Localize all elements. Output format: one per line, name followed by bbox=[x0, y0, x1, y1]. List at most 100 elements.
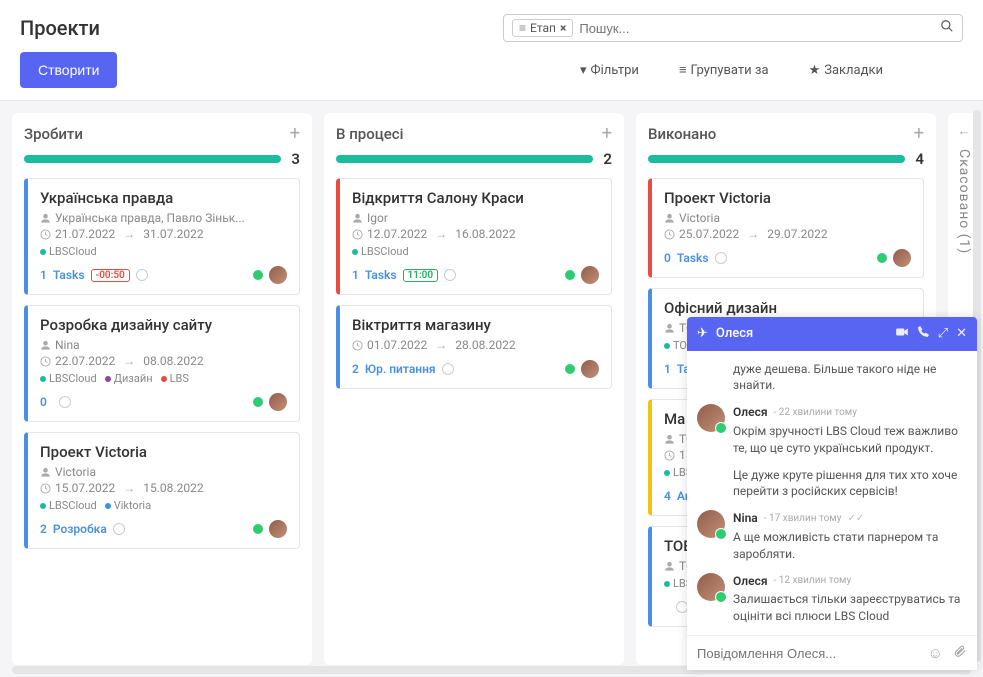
chat-message: дуже дешева. Більше такого ніде не знайт… bbox=[697, 361, 967, 395]
msg-author: Олеся bbox=[733, 573, 768, 590]
group-button[interactable]: ≡Групувати за bbox=[679, 62, 769, 78]
kanban-column: В процесі+ 2 Відкриття Салону Краси Igor… bbox=[324, 113, 624, 665]
msg-time: - 12 хвилин тому bbox=[774, 574, 852, 588]
kanban-card[interactable]: Розробка дизайну сайту Nina22.07.2022→08… bbox=[24, 305, 300, 422]
add-card-button[interactable]: + bbox=[914, 123, 924, 144]
ring-icon bbox=[59, 396, 71, 408]
chat-message: Це дуже круте рішення для тих хто хоче п… bbox=[697, 467, 967, 501]
filters-button[interactable]: ▾Фільтри bbox=[580, 62, 639, 78]
plane-icon: ✈ bbox=[697, 326, 708, 341]
ring-icon bbox=[136, 269, 148, 281]
status-dot bbox=[565, 364, 575, 374]
expand-icon[interactable]: ⤢ bbox=[938, 326, 948, 341]
filter-chip[interactable]: ≡ Етап × bbox=[512, 19, 573, 37]
tag: Дизайн bbox=[105, 372, 153, 385]
add-card-button[interactable]: + bbox=[602, 123, 612, 144]
card-assignee: Igor bbox=[352, 211, 599, 225]
header: Проекти ≡ Етап × Створити ▾Фільтри ≡Груп… bbox=[0, 0, 983, 101]
avatar[interactable] bbox=[581, 360, 599, 378]
column-title: В процесі bbox=[336, 125, 602, 143]
msg-author: Nina bbox=[733, 510, 758, 527]
msg-text: Залишається тільки зареєструватись та оц… bbox=[733, 591, 967, 625]
msg-author: Олеся bbox=[733, 404, 768, 421]
search-input[interactable] bbox=[579, 21, 940, 36]
card-dates: 01.07.2022→28.08.2022 bbox=[352, 338, 599, 352]
page-title: Проекти bbox=[20, 16, 100, 40]
collapsed-title: Скасовано (1) bbox=[956, 149, 972, 254]
avatar[interactable] bbox=[269, 393, 287, 411]
status-dot bbox=[565, 270, 575, 280]
tag: LBS bbox=[161, 372, 189, 385]
attach-icon[interactable] bbox=[953, 644, 967, 662]
status-dot bbox=[877, 253, 887, 263]
chat-message: Олеся- 22 хвилини томуОкрім зручності LB… bbox=[697, 404, 967, 456]
card-dates: 25.07.2022→29.07.2022 bbox=[664, 227, 911, 241]
msg-avatar bbox=[697, 510, 725, 538]
star-icon: ★ bbox=[809, 63, 821, 78]
kanban-card[interactable]: Проект Victoria Victoria 15.07.2022→15.08… bbox=[24, 432, 300, 549]
chevron-left-icon: ← bbox=[958, 123, 971, 139]
add-card-button[interactable]: + bbox=[290, 123, 300, 144]
msg-time: - 17 хвилин тому bbox=[764, 512, 842, 526]
chat-header[interactable]: ✈ Олеся ⤢ ✕ bbox=[687, 317, 977, 351]
kanban-card[interactable]: Проект Victoria Victoria 25.07.2022→29.07… bbox=[648, 178, 924, 278]
avatar[interactable] bbox=[269, 266, 287, 284]
avatar[interactable] bbox=[269, 520, 287, 538]
task-count: 1 bbox=[40, 268, 47, 282]
column-count: 3 bbox=[291, 150, 300, 168]
chat-input[interactable] bbox=[697, 646, 918, 661]
emoji-icon[interactable]: ☺ bbox=[928, 644, 943, 662]
search-wrap[interactable]: ≡ Етап × bbox=[503, 14, 963, 42]
kanban-column: Зробити+ 3 Українська правда Українська … bbox=[12, 113, 312, 665]
chat-message: Олеся - 12 хвилин тому Залишається тільки … bbox=[697, 573, 967, 625]
video-icon[interactable] bbox=[895, 325, 909, 343]
kanban-card[interactable]: Віктриття магазину 01.07.2022→28.08.2022… bbox=[336, 305, 612, 389]
ring-icon bbox=[442, 363, 454, 375]
card-assignee: Українська правда, Павло Зіньк... bbox=[40, 211, 287, 225]
progress-bar bbox=[648, 155, 905, 163]
kanban-card[interactable]: Відкриття Салону Краси Igor12.07.2022→16… bbox=[336, 178, 612, 295]
list-icon: ≡ bbox=[679, 62, 687, 78]
search-icon[interactable] bbox=[940, 19, 954, 37]
card-assignee: Victoria bbox=[40, 465, 287, 479]
chat-window: ✈ Олеся ⤢ ✕ дуже дешева. Більше такого н… bbox=[687, 317, 977, 670]
kanban-card[interactable]: Українська правда Українська правда, Пав… bbox=[24, 178, 300, 295]
bookmarks-button[interactable]: ★Закладки bbox=[809, 62, 883, 78]
card-dates: 15.07.2022→15.08.2022 bbox=[40, 481, 287, 495]
task-count: 2 bbox=[40, 522, 47, 536]
msg-avatar bbox=[697, 404, 725, 432]
msg-time: - 22 хвилини тому bbox=[774, 406, 857, 420]
column-title: Зробити bbox=[24, 125, 290, 143]
msg-text: Це дуже круте рішення для тих хто хоче п… bbox=[733, 467, 967, 501]
phone-icon[interactable] bbox=[917, 325, 930, 342]
task-count: 1 bbox=[352, 268, 359, 282]
card-dates: 22.07.2022→08.08.2022 bbox=[40, 354, 287, 368]
chip-remove-icon[interactable]: × bbox=[560, 21, 566, 35]
create-button[interactable]: Створити bbox=[20, 52, 117, 88]
ring-icon bbox=[715, 252, 727, 264]
chat-body: дуже дешева. Більше такого ніде не знайт… bbox=[687, 351, 977, 635]
avatar[interactable] bbox=[893, 249, 911, 267]
tag: TO bbox=[664, 339, 687, 352]
task-count: 4 bbox=[664, 489, 671, 503]
card-title: Проект Victoria bbox=[40, 443, 287, 461]
msg-text: дуже дешева. Більше такого ніде не знайт… bbox=[733, 361, 967, 395]
chat-message: Nina- 17 хвилин тому✓✓А ще можливість ст… bbox=[697, 510, 967, 562]
avatar[interactable] bbox=[581, 266, 599, 284]
card-title: Віктриття магазину bbox=[352, 316, 599, 334]
task-count: 2 bbox=[352, 362, 359, 376]
time-badge: -00:50 bbox=[91, 269, 130, 282]
tag: Viktoria bbox=[105, 499, 151, 512]
status-dot bbox=[253, 397, 263, 407]
card-title: Проект Victoria bbox=[664, 189, 911, 207]
tag: LBSCloud bbox=[40, 499, 97, 512]
toolbar: ▾Фільтри ≡Групувати за ★Закладки bbox=[580, 62, 883, 78]
close-icon[interactable]: ✕ bbox=[956, 326, 967, 341]
card-assignee: Victoria bbox=[664, 211, 911, 225]
ring-icon bbox=[444, 269, 456, 281]
chat-name: Олеся bbox=[716, 326, 887, 341]
column-count: 4 bbox=[915, 150, 924, 168]
card-title: Офісний дизайн bbox=[664, 299, 911, 317]
status-dot bbox=[253, 270, 263, 280]
card-dates: 21.07.2022→31.07.2022 bbox=[40, 227, 287, 241]
